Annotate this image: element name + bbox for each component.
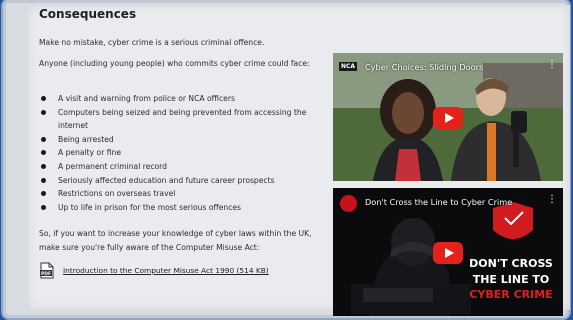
overlay-headline: DON'T CROSS THE LINE TO CYBER CRIME [461,256,561,303]
video-dont-cross-the-line[interactable]: Don't Cross the Line to Cyber Crime ⋮ DO… [333,188,563,316]
video-sliding-doors[interactable]: NCA Cyber Choices: Sliding Doors ⋮ [333,53,563,181]
youtube-play-icon[interactable] [433,242,463,264]
intro-text: Make no mistake, cyber crime is a seriou… [39,38,265,47]
list-item: Being arrested [39,133,324,147]
more-vertical-icon[interactable]: ⋮ [547,60,557,70]
youtube-play-icon[interactable] [433,107,463,129]
nca-logo: NCA [339,62,358,71]
list-item: A visit and warning from police or NCA o… [39,92,324,106]
more-vertical-icon[interactable]: ⋮ [547,195,557,205]
section-title: Consequences [39,7,137,21]
consequences-list: A visit and warning from police or NCA o… [39,92,324,214]
pdf-download[interactable]: PDF Introduction to the Computer Misuse … [39,262,269,279]
lead-text: Anyone (including young people) who comm… [39,59,310,68]
pdf-link[interactable]: Introduction to the Computer Misuse Act … [63,266,269,275]
list-item: Up to life in prison for the most seriou… [39,201,324,215]
channel-logo [340,195,357,212]
list-item: A permanent criminal record [39,160,324,174]
list-item: Computers being seized and being prevent… [39,106,324,133]
overlay-line: CYBER CRIME [469,288,553,301]
closing-text: So, if you want to increase your knowled… [39,229,312,252]
overlay-line: DON'T CROSS [469,257,553,270]
video-title[interactable]: Don't Cross the Line to Cyber Crime [365,197,512,207]
pdf-file-icon: PDF [39,262,55,279]
list-item: Seriously affected education and future … [39,174,324,188]
svg-text:PDF: PDF [41,271,51,277]
overlay-line: THE LINE TO [472,272,550,286]
list-item: A penalty or fine [39,146,324,160]
video-title[interactable]: Cyber Choices: Sliding Doors [365,62,483,72]
list-item: Restrictions on overseas travel [39,187,324,201]
